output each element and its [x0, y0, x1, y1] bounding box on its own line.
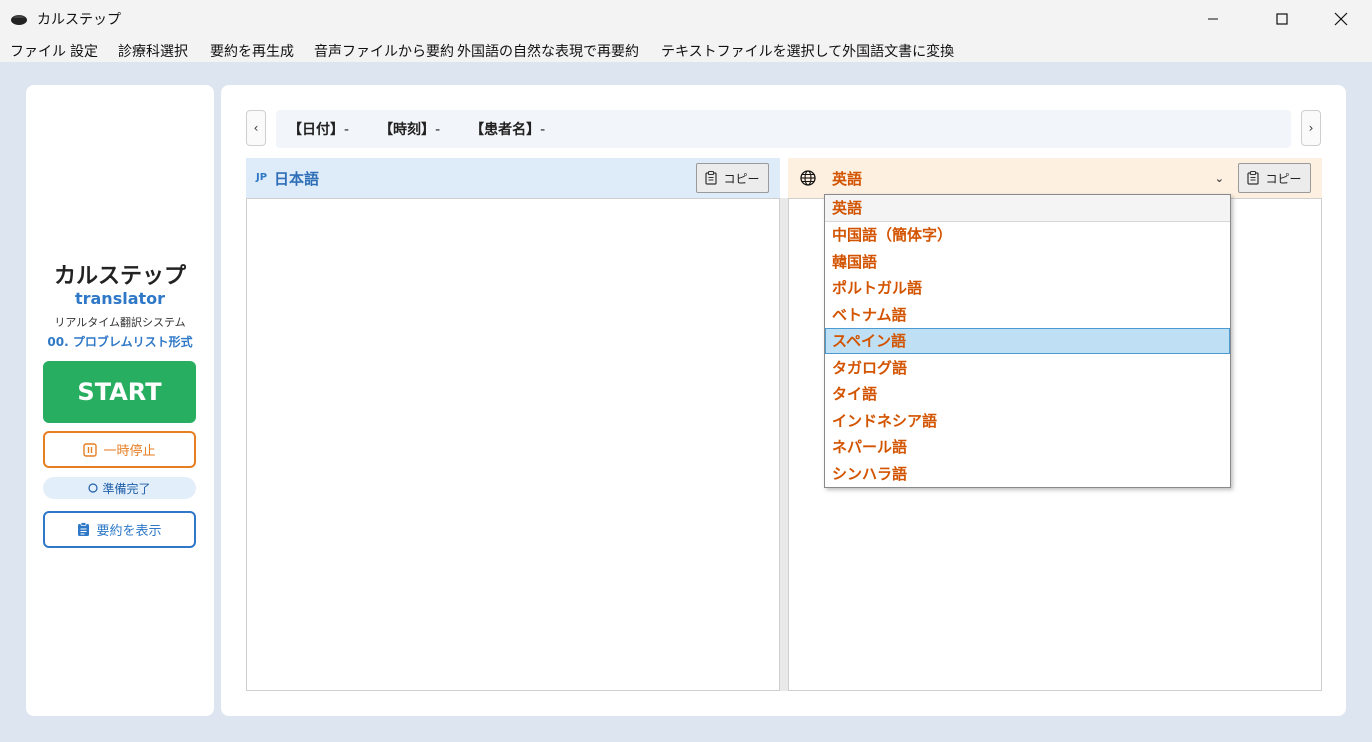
pause-button-label: 一時停止 — [103, 444, 156, 459]
maximize-icon — [1276, 13, 1288, 25]
clipboard-icon — [1247, 171, 1260, 185]
chevron-left-icon: ‹ — [253, 121, 259, 135]
foreign-panel-header: 英語 ⌄ コピー — [788, 158, 1322, 198]
japanese-label: 日本語 — [274, 170, 320, 188]
menu-regenerate-summary[interactable]: 要約を再生成 — [210, 41, 294, 61]
language-option-nepali[interactable]: ネパール語 — [825, 434, 1230, 461]
app-name: カルステップ — [53, 264, 186, 289]
copy-label: コピー — [723, 171, 760, 186]
pause-icon — [83, 442, 98, 457]
language-select[interactable]: 英語 ⌄ — [825, 163, 1232, 193]
globe-icon — [800, 170, 816, 186]
selected-language: 英語 — [832, 169, 863, 188]
close-icon — [1334, 12, 1348, 26]
language-option-english[interactable]: 英語 — [825, 195, 1230, 222]
record-info-bar: 【日付】- 【時刻】- 【患者名】- — [276, 110, 1291, 148]
language-option-spanish[interactable]: スペイン語 — [825, 327, 1230, 354]
language-option-indonesian[interactable]: インドネシア語 — [825, 407, 1230, 434]
language-option-thai[interactable]: タイ語 — [825, 381, 1230, 408]
japanese-panel-header: JP 日本語 コピー — [246, 158, 780, 198]
language-option-tagalog[interactable]: タガログ語 — [825, 354, 1230, 381]
language-option-sinhala[interactable]: シンハラ語 — [825, 460, 1230, 487]
clipboard-icon — [705, 171, 718, 185]
time-info: 【時刻】- — [379, 122, 441, 138]
pause-button[interactable]: 一時停止 — [43, 431, 196, 468]
start-button[interactable]: START — [43, 361, 196, 423]
menu-file[interactable]: ファイル — [10, 41, 66, 61]
language-option-vietnamese[interactable]: ベトナム語 — [825, 301, 1230, 328]
chevron-right-icon: › — [1308, 121, 1314, 135]
minimize-button[interactable] — [1190, 0, 1236, 38]
panel-divider[interactable] — [780, 198, 788, 691]
maximize-button[interactable] — [1259, 0, 1305, 38]
language-option-portuguese[interactable]: ポルトガル語 — [825, 275, 1230, 302]
status-label: 準備完了 — [102, 481, 151, 496]
app-icon — [11, 15, 27, 25]
show-summary-label: 要約を表示 — [96, 524, 162, 539]
menu-resummarize-foreign[interactable]: 外国語の自然な表現で再要約 — [457, 41, 639, 61]
menu-settings[interactable]: 設定 — [70, 41, 98, 61]
language-option-chinese[interactable]: 中国語（簡体字） — [825, 222, 1230, 249]
window-title: カルステップ — [37, 12, 121, 28]
status-circle-icon — [88, 483, 99, 493]
copy-foreign-button[interactable]: コピー — [1238, 163, 1311, 193]
menu-summary-from-audio[interactable]: 音声ファイルから要約 — [314, 41, 454, 61]
next-button[interactable]: › — [1301, 110, 1321, 146]
chevron-down-icon: ⌄ — [1214, 172, 1224, 185]
date-info: 【日付】- — [288, 122, 350, 138]
sidebar: カルステップ translator リアルタイム翻訳システム 00. プロブレム… — [26, 85, 214, 716]
app-description: リアルタイム翻訳システム — [54, 316, 186, 329]
jp-flag-icon: JP — [256, 172, 268, 183]
copy-japanese-button[interactable]: コピー — [696, 163, 769, 193]
language-option-korean[interactable]: 韓国語 — [825, 248, 1230, 275]
patient-info: 【患者名】- — [470, 122, 546, 138]
menu-bar: ファイル 設定 診療科選択 要約を再生成 音声ファイルから要約 外国語の自然な表… — [0, 38, 1372, 62]
menu-department[interactable]: 診療科選択 — [118, 41, 188, 61]
show-summary-button[interactable]: 要約を表示 — [43, 511, 196, 548]
start-button-label: START — [77, 378, 162, 406]
language-dropdown-list: 英語 中国語（簡体字） 韓国語 ポルトガル語 ベトナム語 スペイン語 タガログ語… — [824, 194, 1231, 488]
prev-button[interactable]: ‹ — [246, 110, 266, 146]
app-subtitle: translator — [74, 289, 166, 308]
summary-format: 00. プロブレムリスト形式 — [47, 335, 193, 349]
copy-label: コピー — [1265, 171, 1302, 186]
menu-convert-text-file[interactable]: テキストファイルを選択して外国語文書に変換 — [661, 41, 954, 61]
status-badge: 準備完了 — [43, 477, 196, 499]
minimize-icon — [1208, 18, 1218, 20]
title-bar: カルステップ — [0, 0, 1372, 38]
clipboard-icon — [78, 522, 90, 536]
japanese-text-area[interactable] — [246, 198, 780, 691]
close-button[interactable] — [1318, 0, 1364, 38]
